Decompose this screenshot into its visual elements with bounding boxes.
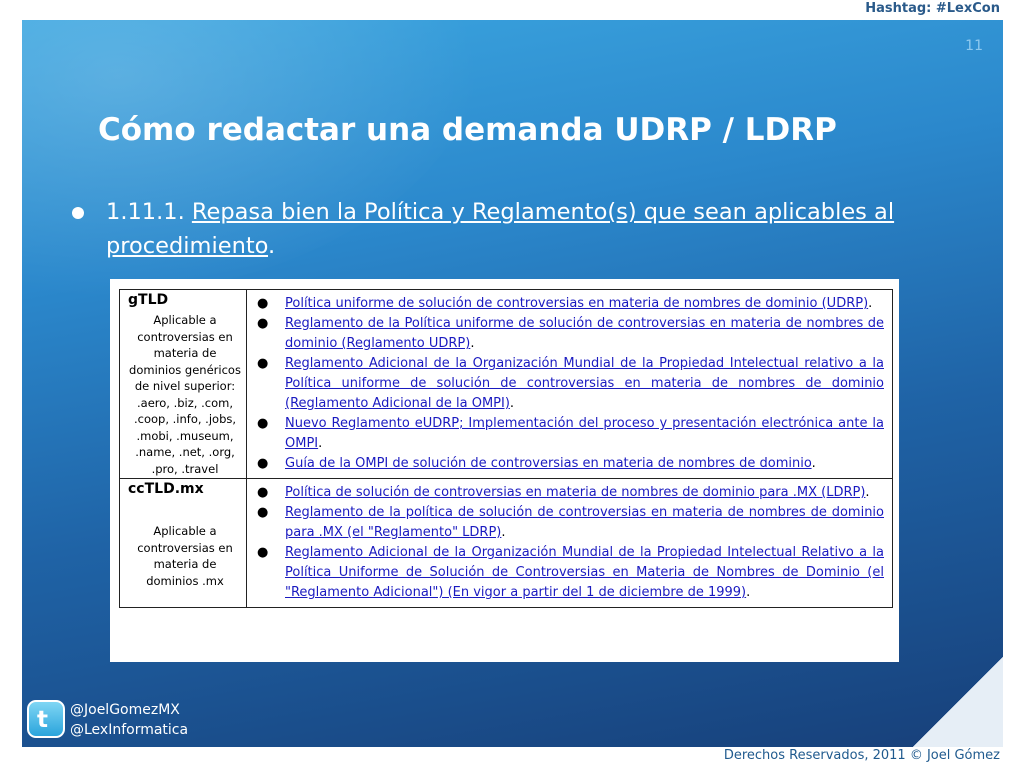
slide-number: 11 (965, 38, 983, 54)
tld-documents-cell: ● Política uniforme de solución de contro… (246, 289, 893, 479)
table-row-cctld-mx: ccTLD.mx Aplicable a controversias en ma… (119, 478, 893, 608)
twitter-handle-joelgomezmx[interactable]: @JoelGomezMX (70, 700, 188, 720)
page-curl-decoration (913, 657, 1003, 747)
bullet-end: . (268, 233, 276, 259)
hashtag-label: Hashtag: #LexCon (865, 1, 1000, 16)
tld-name: ccTLD.mx (128, 481, 204, 497)
tld-policy-table-image: gTLD Aplicable a controversias en materi… (110, 279, 899, 662)
bullet-point: 1.11.1. Repasa bien la Política y Reglam… (72, 195, 912, 263)
link-suffix: . (501, 525, 506, 540)
bullet-icon: ● (257, 416, 269, 431)
document-link[interactable]: Política uniforme de solución de controv… (285, 296, 868, 311)
bullet-icon: ● (257, 505, 269, 520)
list-item: ● Reglamento de la Política uniforme de s… (247, 314, 884, 354)
list-item: ● Reglamento de la política de solución d… (247, 503, 884, 543)
slide-title: Cómo redactar una demanda UDRP / LDRP (98, 112, 837, 148)
list-item: ● Nuevo Reglamento eUDRP; Implementación … (247, 414, 884, 454)
list-item: ● Política uniforme de solución de contro… (247, 294, 884, 314)
bullet-number: 1.11.1. (106, 199, 185, 225)
document-link[interactable]: Reglamento de la política de solución de… (285, 505, 884, 540)
bullet-icon: ● (257, 296, 269, 311)
twitter-bird-glyph: t (37, 707, 48, 733)
bullet-dot-icon (72, 207, 84, 219)
tld-description: Aplicable a controversias en materia de … (137, 524, 233, 588)
tld-documents-cell: ● Política de solución de controversias e… (246, 478, 893, 608)
link-suffix: . (746, 585, 751, 600)
bullet-text: 1.11.1. Repasa bien la Política y Reglam… (106, 195, 912, 263)
document-link[interactable]: Guía de la OMPI de solución de controver… (285, 456, 812, 471)
twitter-handle-lexinformatica[interactable]: @LexInformatica (70, 720, 188, 740)
tld-category-cell: gTLD Aplicable a controversias en materi… (119, 289, 247, 479)
link-suffix: . (865, 485, 870, 500)
link-suffix: . (868, 296, 873, 311)
list-item: ● Guía de la OMPI de solución de controve… (247, 454, 884, 474)
bullet-icon: ● (257, 316, 269, 331)
bullet-icon: ● (257, 456, 269, 471)
bullet-icon: ● (257, 485, 269, 500)
tld-description: Aplicable a controversias en materia de … (129, 313, 241, 476)
list-item: ● Reglamento Adicional de la Organización… (247, 543, 884, 603)
bullet-icon: ● (257, 356, 269, 371)
document-link[interactable]: Política de solución de controversias en… (285, 485, 865, 500)
link-suffix: . (811, 456, 816, 471)
document-list: ● Política uniforme de solución de contro… (247, 294, 884, 474)
link-suffix: . (509, 396, 515, 411)
link-suffix: . (470, 336, 475, 351)
tld-policy-table: gTLD Aplicable a controversias en materi… (119, 289, 893, 608)
document-link[interactable]: Reglamento Adicional de la Organización … (285, 356, 884, 411)
tld-name: gTLD (128, 292, 169, 308)
list-item: ● Reglamento Adicional de la Organización… (247, 354, 884, 414)
link-suffix: . (318, 436, 323, 451)
tld-category-cell: ccTLD.mx Aplicable a controversias en ma… (119, 478, 247, 608)
list-item: ● Política de solución de controversias e… (247, 483, 884, 503)
social-handles: @JoelGomezMX @LexInformatica (70, 700, 188, 740)
document-link[interactable]: Nuevo Reglamento eUDRP; Implementación d… (285, 416, 884, 451)
document-link[interactable]: Reglamento de la Política uniforme de so… (285, 316, 884, 351)
document-link[interactable]: Reglamento Adicional de la Organización … (285, 545, 884, 600)
twitter-icon[interactable]: t (27, 700, 65, 738)
copyright-footer: Derechos Reservados, 2011 © Joel Gómez (723, 748, 1000, 763)
bullet-icon: ● (257, 545, 269, 560)
bullet-link[interactable]: Repasa bien la Política y Reglamento(s) … (106, 199, 894, 259)
document-list: ● Política de solución de controversias e… (247, 483, 884, 603)
table-row-gtld: gTLD Aplicable a controversias en materi… (119, 289, 893, 479)
